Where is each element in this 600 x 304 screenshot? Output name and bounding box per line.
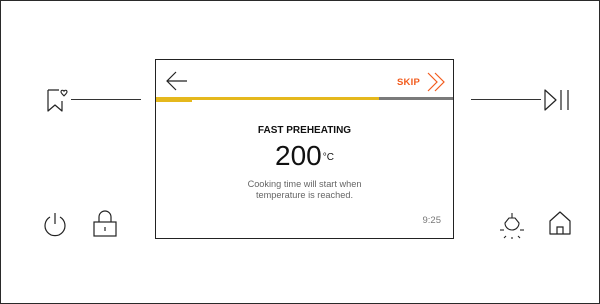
play-pause-button[interactable] bbox=[542, 87, 572, 113]
double-chevron-right-icon bbox=[427, 72, 445, 92]
left-indicator-line bbox=[71, 99, 141, 100]
home-icon bbox=[549, 211, 571, 235]
oven-light-button[interactable] bbox=[497, 209, 527, 239]
home-button[interactable] bbox=[546, 209, 574, 237]
bookmark-heart-icon bbox=[47, 89, 68, 112]
preheat-message-line2: temperature is reached. bbox=[255, 190, 354, 200]
lock-button[interactable] bbox=[91, 209, 119, 239]
oven-control-panel: SKIP FAST PREHEATING 200°C Cooking time … bbox=[0, 0, 600, 304]
preheat-progress-marker bbox=[156, 100, 192, 102]
arrow-left-icon bbox=[166, 71, 187, 91]
temperature-value: 200 bbox=[275, 140, 322, 171]
power-button[interactable] bbox=[41, 210, 69, 238]
right-indicator-line bbox=[471, 99, 541, 100]
back-button[interactable] bbox=[164, 69, 188, 93]
power-icon bbox=[44, 213, 66, 237]
oven-display-screen: SKIP FAST PREHEATING 200°C Cooking time … bbox=[155, 59, 454, 239]
preheat-message-line1: Cooking time will start when bbox=[247, 179, 362, 189]
lock-icon bbox=[93, 210, 117, 237]
play-pause-icon bbox=[544, 89, 569, 111]
favorites-button[interactable] bbox=[45, 87, 69, 113]
oven-light-icon bbox=[500, 213, 524, 239]
cooking-mode-title: FAST PREHEATING bbox=[257, 125, 352, 136]
clock-time: 9:25 bbox=[422, 215, 442, 226]
preheat-message: Cooking time will start when temperature… bbox=[196, 179, 413, 201]
temperature-unit: °C bbox=[322, 152, 334, 163]
target-temperature[interactable]: 200°C bbox=[156, 141, 453, 171]
preheat-progress-bar bbox=[156, 97, 453, 102]
skip-label: SKIP bbox=[397, 76, 420, 88]
skip-button[interactable]: SKIP bbox=[397, 70, 447, 94]
